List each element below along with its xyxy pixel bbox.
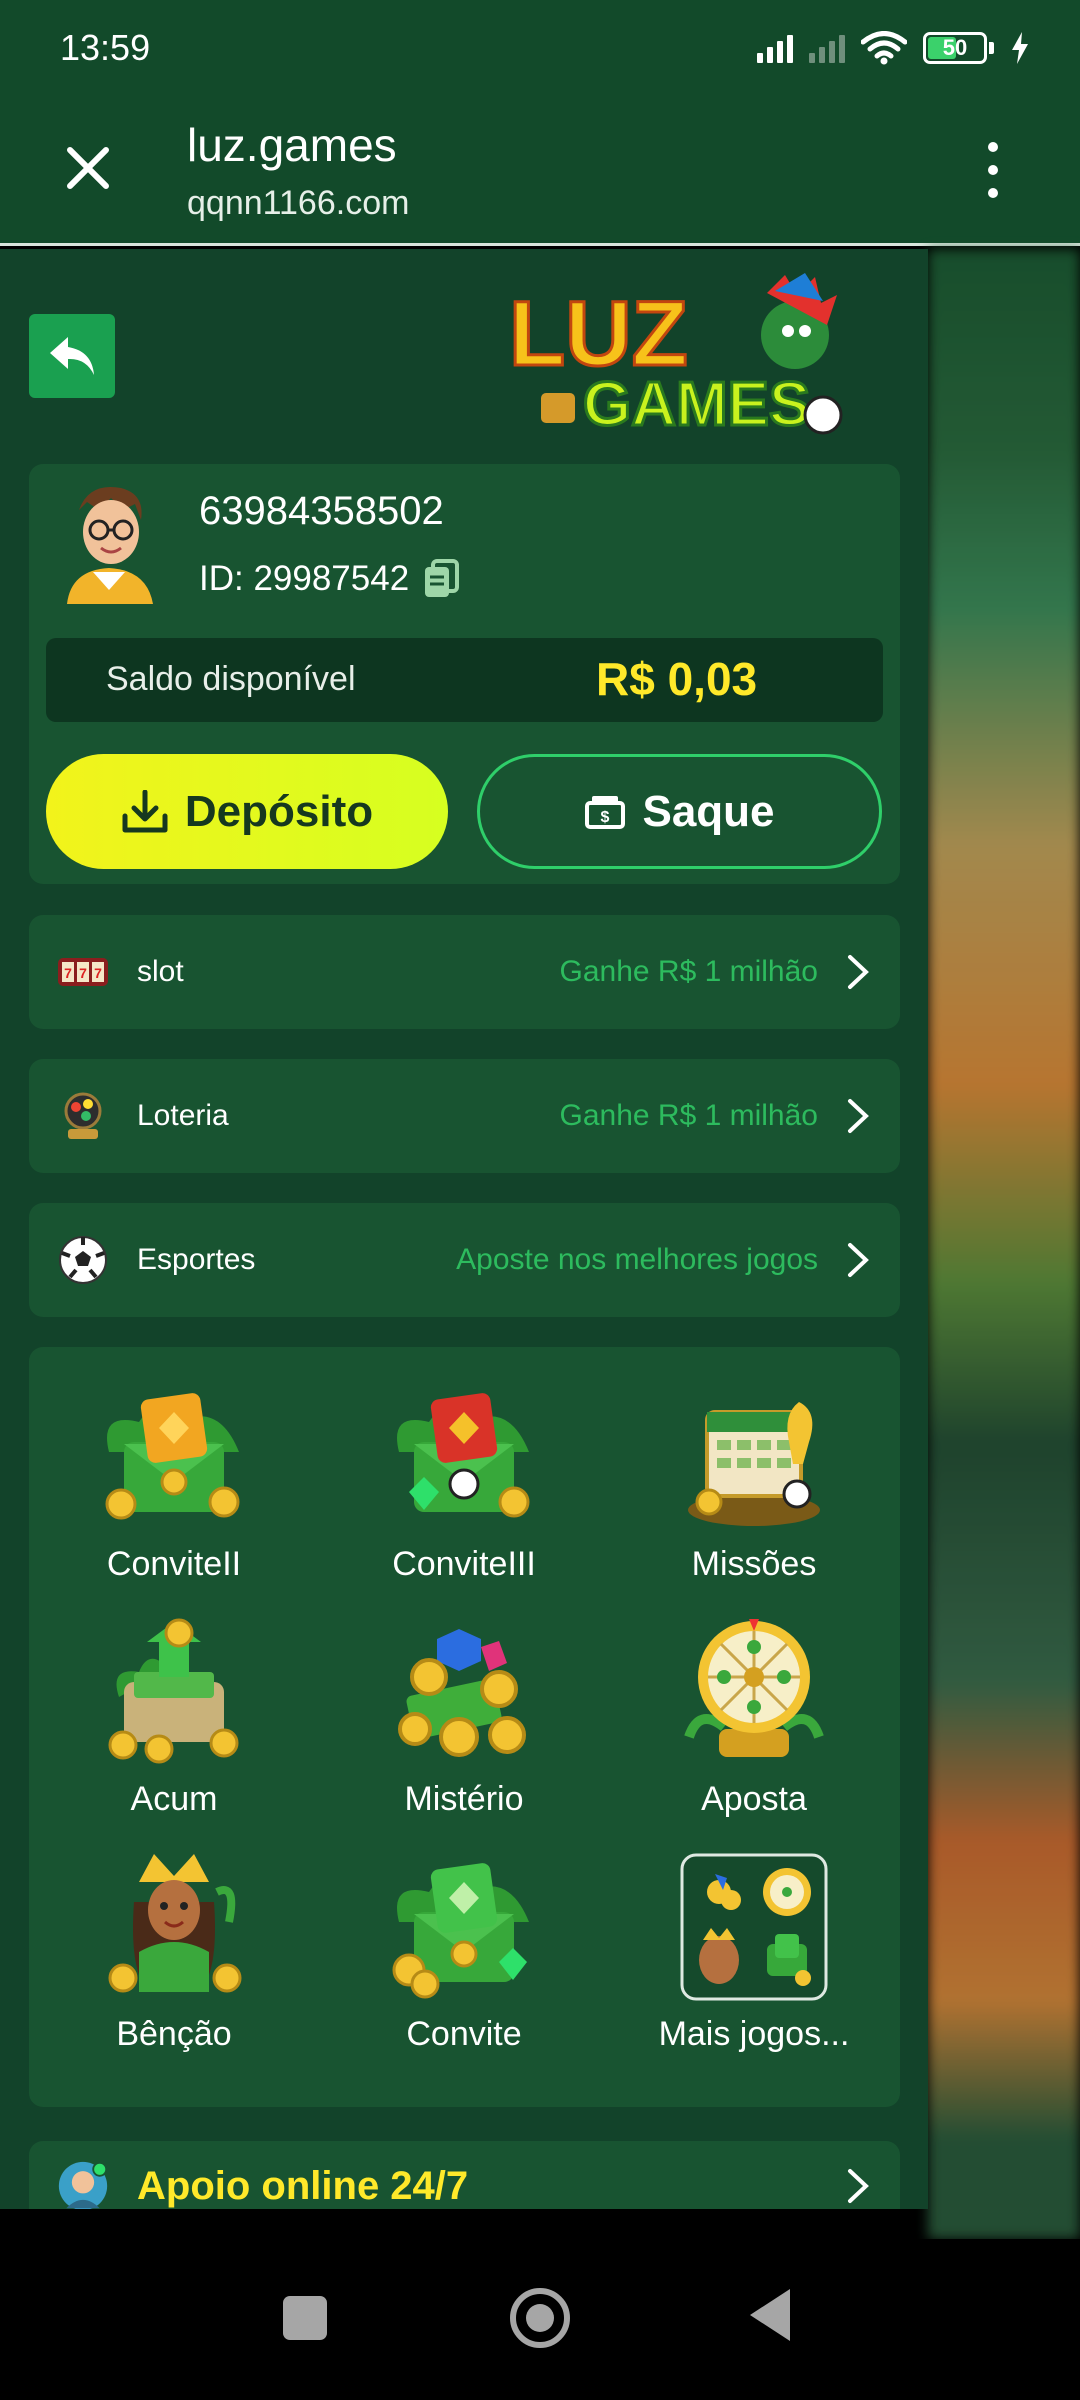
side-menu-panel: LUZ GAMES 63984358502 ID: 29987542 Saldo…: [0, 249, 928, 2209]
support-row[interactable]: Apoio online 24/7: [29, 2141, 900, 2209]
chevron-right-icon: [848, 955, 869, 989]
lottery-icon: [57, 1090, 109, 1142]
category-promo: Ganhe R$ 1 milhão: [559, 955, 819, 988]
cash-register-icon: $: [585, 795, 626, 829]
category-row-lottery[interactable]: Loteria Ganhe R$ 1 milhão: [29, 1059, 900, 1173]
clock: 13:59: [60, 27, 151, 68]
activity-more-games[interactable]: Mais jogos...: [634, 1852, 874, 2054]
home-icon[interactable]: [510, 2288, 570, 2348]
slot-machine-icon: 7 7 7: [57, 946, 109, 998]
signal-off-icon: [809, 33, 845, 63]
withdraw-label: Saque: [642, 786, 775, 836]
chevron-right-icon: [848, 1099, 869, 1133]
withdraw-button[interactable]: $ Saque: [477, 754, 882, 869]
back-triangle-icon[interactable]: [750, 2289, 790, 2341]
charging-icon: [1012, 32, 1028, 64]
avatar: [67, 486, 153, 604]
activity-label: ConviteIII: [392, 1545, 536, 1583]
svg-text:7: 7: [94, 965, 102, 981]
recent-apps-icon[interactable]: [283, 2296, 327, 2340]
battery-icon: 50: [923, 32, 994, 64]
balance-value: R$ 0,03: [596, 653, 758, 705]
category-promo: Aposte nos melhores jogos: [456, 1243, 818, 1276]
money-box-icon: [108, 1618, 239, 1764]
profile-card: 63984358502 ID: 29987542 Saldo disponíve…: [29, 464, 900, 884]
envelope-gift-icon: [397, 1393, 530, 1518]
more-options-icon[interactable]: [975, 142, 1011, 198]
activity-mystery[interactable]: Mistério: [344, 1617, 584, 1819]
activity-label: Convite: [406, 2015, 522, 2053]
activity-label: Aposta: [701, 1780, 807, 1818]
svg-text:7: 7: [79, 965, 87, 981]
envelope-gift-icon: [105, 1393, 240, 1520]
user-id: ID: 29987542: [199, 559, 410, 598]
signal-icon: [757, 33, 793, 63]
category-row-slot[interactable]: 7 7 7 slot Ganhe R$ 1 milhão: [29, 915, 900, 1029]
activity-label: Acum: [130, 1780, 218, 1818]
balance-label: Saldo disponível: [106, 660, 356, 698]
chevron-right-icon: [848, 1243, 869, 1277]
page-title: luz.games: [187, 119, 397, 171]
activity-label: ConviteII: [106, 1545, 242, 1583]
treasure-coins-icon: [398, 1629, 526, 1757]
reply-arrow-icon: [50, 337, 94, 375]
svg-text:$: $: [601, 809, 610, 826]
activity-label: Bênção: [116, 2015, 232, 2053]
activity-blessing[interactable]: Bênção: [54, 1852, 294, 2054]
page-url: qqnn1166.com: [187, 184, 410, 222]
activities-grid: ConviteII ConviteIII Missões Acum Mistér…: [29, 1347, 900, 2107]
close-icon[interactable]: [60, 140, 116, 196]
more-games-grid-icon: [680, 1853, 828, 2001]
category-promo: Ganhe R$ 1 milhão: [559, 1099, 819, 1132]
activity-invite[interactable]: Convite: [344, 1852, 584, 2054]
wifi-icon: [861, 31, 907, 65]
support-agent-icon: [57, 2160, 109, 2209]
activity-accumulate[interactable]: Acum: [54, 1617, 294, 1819]
activity-label: Missões: [691, 1545, 817, 1583]
activity-missions[interactable]: Missões: [634, 1382, 874, 1584]
luz-games-logo: LUZ GAMES: [508, 273, 843, 441]
battery-level: 50: [942, 35, 968, 60]
activity-bet-wheel[interactable]: Aposta: [634, 1617, 874, 1819]
svg-text:GAMES: GAMES: [583, 370, 810, 439]
activity-label: Mistério: [404, 1780, 524, 1818]
soccer-ball-icon: [57, 1234, 109, 1286]
category-label: slot: [137, 955, 184, 988]
download-icon: [122, 789, 168, 832]
back-button[interactable]: [29, 314, 115, 398]
balance-box: Saldo disponível R$ 0,03: [46, 638, 883, 722]
copy-icon[interactable]: [423, 559, 460, 599]
status-bar: 13:59 50: [0, 0, 1080, 96]
envelope-gift-icon: [392, 1863, 529, 1999]
user-id-row: ID: 29987542: [199, 559, 460, 599]
category-row-sports[interactable]: Esportes Aposte nos melhores jogos: [29, 1203, 900, 1317]
chevron-right-icon: [848, 2169, 869, 2203]
status-icons: 50: [757, 31, 1030, 65]
activity-invite-2[interactable]: ConviteII: [54, 1382, 294, 1584]
category-label: Loteria: [137, 1099, 229, 1132]
system-navigation-bar: [0, 2239, 1080, 2400]
goddess-icon: [108, 1854, 242, 1993]
user-phone: 63984358502: [199, 489, 444, 533]
world-cup-calendar-icon: [688, 1402, 820, 1526]
svg-text:7: 7: [64, 965, 72, 981]
deposit-button[interactable]: Depósito: [46, 754, 448, 869]
activity-invite-3[interactable]: ConviteIII: [344, 1382, 584, 1584]
activity-label: Mais jogos...: [658, 2015, 850, 2053]
support-label: Apoio online 24/7: [137, 2163, 469, 2208]
deposit-label: Depósito: [184, 786, 374, 836]
blurred-background: [928, 249, 1080, 2239]
prize-wheel-icon: [684, 1619, 824, 1757]
browser-toolbar: luz.games qqnn1166.com: [0, 96, 1080, 246]
category-label: Esportes: [137, 1243, 256, 1276]
